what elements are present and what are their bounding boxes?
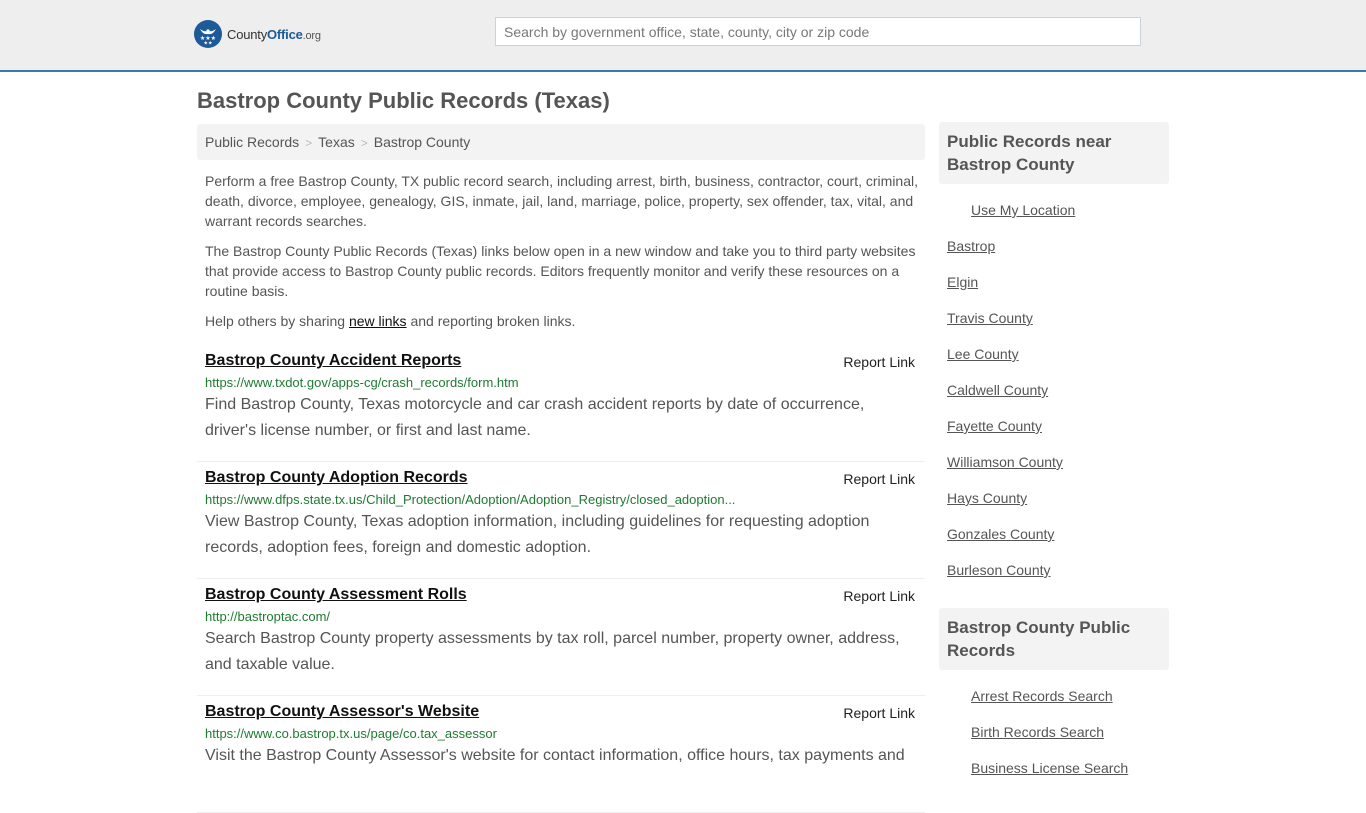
nearby-link[interactable]: Elgin bbox=[947, 274, 978, 290]
nearby-link[interactable]: Williamson County bbox=[947, 454, 1063, 470]
nearby-link[interactable]: Lee County bbox=[947, 346, 1019, 362]
records-item: Arrest Records Search bbox=[939, 678, 1169, 714]
nearby-item: Bastrop bbox=[939, 228, 1169, 264]
logo-wordmark: CountyOffice.org bbox=[227, 26, 321, 42]
report-link-button[interactable]: Report Link bbox=[843, 588, 915, 604]
intro-paragraph: The Bastrop County Public Records (Texas… bbox=[205, 243, 916, 299]
sidebar: Public Records near Bastrop County Use M… bbox=[939, 122, 1169, 786]
results-list: Bastrop County Accident Reports Report L… bbox=[197, 345, 925, 813]
breadcrumb-separator-icon: > bbox=[360, 136, 368, 150]
page-title: Bastrop County Public Records (Texas) bbox=[197, 88, 610, 113]
result-url: http://bastroptac.com/ bbox=[205, 609, 331, 624]
county-records-list: Arrest Records Search Birth Records Sear… bbox=[939, 678, 1169, 786]
records-item: Birth Records Search bbox=[939, 714, 1169, 750]
nearby-item: Travis County bbox=[939, 300, 1169, 336]
svg-text:★★: ★★ bbox=[204, 41, 213, 46]
nearby-link[interactable]: Caldwell County bbox=[947, 382, 1048, 398]
site-logo[interactable]: ★★★ ★★ CountyOffice.org bbox=[194, 20, 321, 48]
report-link-button[interactable]: Report Link bbox=[843, 705, 915, 721]
use-location-item: Use My Location bbox=[939, 192, 1169, 228]
result-description: Find Bastrop County, Texas motorcycle an… bbox=[205, 396, 865, 439]
nearby-link[interactable]: Bastrop bbox=[947, 238, 995, 254]
search-input[interactable] bbox=[495, 17, 1141, 46]
breadcrumb-item[interactable]: Texas bbox=[318, 134, 355, 150]
result-item: Bastrop County Accident Reports Report L… bbox=[197, 345, 925, 462]
records-link[interactable]: Business License Search bbox=[971, 760, 1128, 776]
nearby-item: Gonzales County bbox=[939, 516, 1169, 552]
breadcrumb-item[interactable]: Bastrop County bbox=[374, 134, 471, 150]
county-records-heading: Bastrop County Public Records bbox=[939, 608, 1169, 670]
report-link-button[interactable]: Report Link bbox=[843, 354, 915, 370]
nearby-item: Caldwell County bbox=[939, 372, 1169, 408]
result-description: Search Bastrop County property assessmen… bbox=[205, 630, 900, 673]
nearby-link[interactable]: Gonzales County bbox=[947, 526, 1054, 542]
site-header: ★★★ ★★ CountyOffice.org bbox=[0, 0, 1366, 72]
intro-text: Perform a free Bastrop County, TX public… bbox=[205, 171, 920, 341]
use-my-location-link[interactable]: Use My Location bbox=[971, 202, 1075, 218]
records-item: Business License Search bbox=[939, 750, 1169, 786]
new-links-link[interactable]: new links bbox=[349, 313, 407, 329]
nearby-link[interactable]: Burleson County bbox=[947, 562, 1051, 578]
nearby-item: Burleson County bbox=[939, 552, 1169, 588]
result-title-link[interactable]: Bastrop County Assessment Rolls bbox=[205, 586, 467, 604]
nearby-heading: Public Records near Bastrop County bbox=[939, 122, 1169, 184]
nearby-list: Use My Location Bastrop Elgin Travis Cou… bbox=[939, 192, 1169, 588]
result-description: View Bastrop County, Texas adoption info… bbox=[205, 513, 870, 556]
breadcrumb-separator-icon: > bbox=[305, 136, 313, 150]
result-url: https://www.dfps.state.tx.us/Child_Prote… bbox=[205, 492, 736, 507]
result-url: https://www.co.bastrop.tx.us/page/co.tax… bbox=[205, 726, 497, 741]
report-link-button[interactable]: Report Link bbox=[843, 471, 915, 487]
result-item: Bastrop County Assessment Rolls Report L… bbox=[197, 579, 925, 696]
result-url: https://www.txdot.gov/apps-cg/crash_reco… bbox=[205, 375, 519, 390]
result-title-link[interactable]: Bastrop County Accident Reports bbox=[205, 352, 461, 370]
nearby-item: Elgin bbox=[939, 264, 1169, 300]
records-link[interactable]: Arrest Records Search bbox=[971, 688, 1113, 704]
intro-paragraph: Perform a free Bastrop County, TX public… bbox=[205, 173, 919, 229]
records-link[interactable]: Birth Records Search bbox=[971, 724, 1104, 740]
result-item: Bastrop County Assessor's Website Report… bbox=[197, 696, 925, 813]
nearby-link[interactable]: Hays County bbox=[947, 490, 1027, 506]
breadcrumb-item[interactable]: Public Records bbox=[205, 134, 299, 150]
result-item: Bastrop County Adoption Records Report L… bbox=[197, 462, 925, 579]
nearby-item: Lee County bbox=[939, 336, 1169, 372]
help-paragraph: Help others by sharing new links and rep… bbox=[205, 313, 576, 329]
nearby-link[interactable]: Fayette County bbox=[947, 418, 1042, 434]
eagle-stars-badge-icon: ★★★ ★★ bbox=[194, 20, 222, 48]
result-description: Visit the Bastrop County Assessor's webs… bbox=[205, 747, 905, 764]
result-title-link[interactable]: Bastrop County Assessor's Website bbox=[205, 703, 479, 721]
nearby-item: Hays County bbox=[939, 480, 1169, 516]
nearby-item: Williamson County bbox=[939, 444, 1169, 480]
nearby-item: Fayette County bbox=[939, 408, 1169, 444]
result-title-link[interactable]: Bastrop County Adoption Records bbox=[205, 469, 468, 487]
breadcrumb: Public Records > Texas > Bastrop County bbox=[197, 124, 925, 160]
nearby-link[interactable]: Travis County bbox=[947, 310, 1033, 326]
